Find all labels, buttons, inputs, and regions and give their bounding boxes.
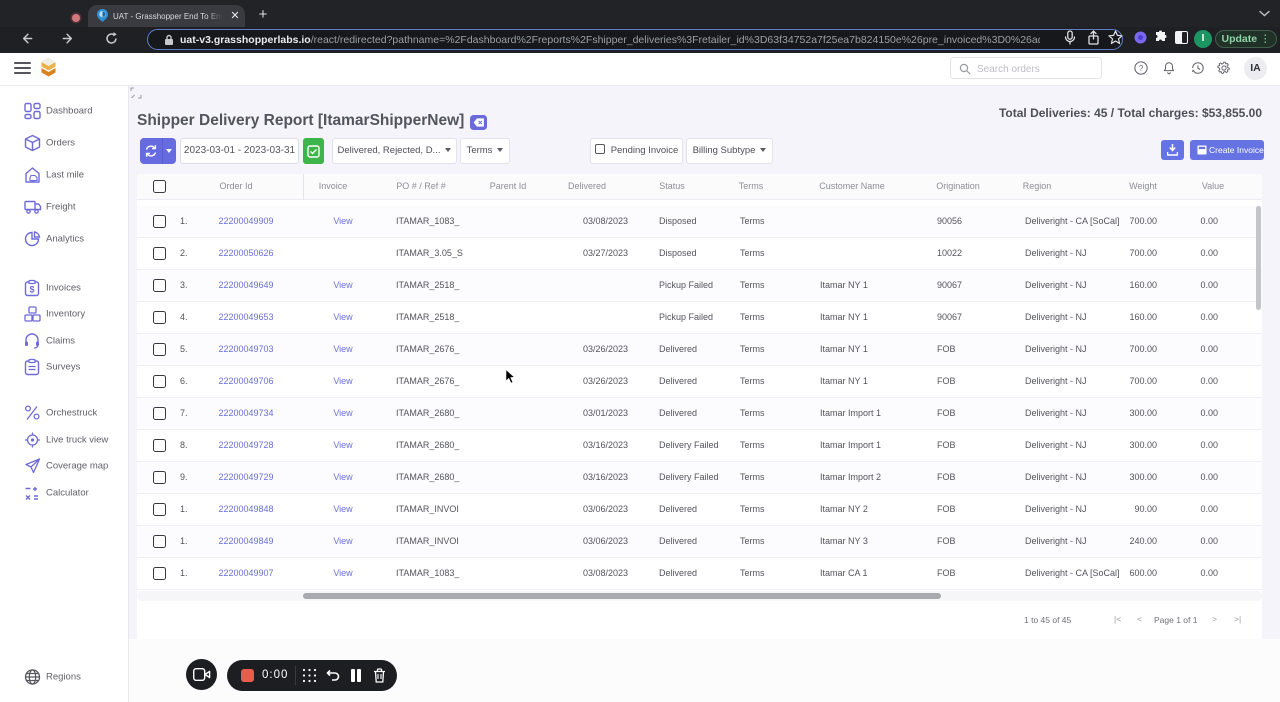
svg-text:$: $ <box>29 285 34 295</box>
svg-text:?: ? <box>1139 64 1144 73</box>
